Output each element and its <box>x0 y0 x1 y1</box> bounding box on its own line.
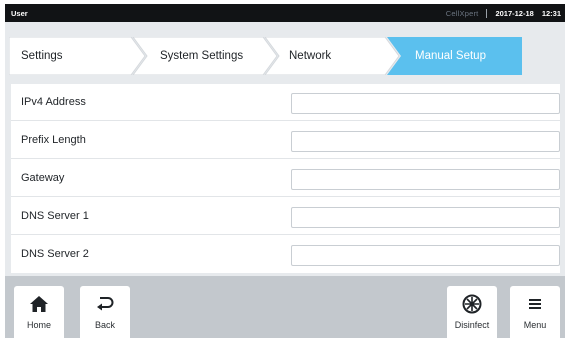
form-row-ipv4-address: IPv4 Address <box>11 84 560 121</box>
breadcrumb-item-system-settings[interactable]: System Settings <box>160 37 243 75</box>
breadcrumb-item-network[interactable]: Network <box>289 37 331 75</box>
dns-server-2-field[interactable] <box>291 245 560 266</box>
back-button[interactable]: Back <box>80 286 130 338</box>
dns-server-1-field[interactable] <box>291 207 560 228</box>
dns-server-1-label: DNS Server 1 <box>21 210 89 222</box>
status-info: CellXpert 2017-12-18 12:31 <box>446 9 561 18</box>
home-button-label: Home <box>26 320 51 330</box>
status-time: 12:31 <box>541 9 561 18</box>
menu-icon <box>529 299 541 309</box>
back-button-label: Back <box>94 320 115 330</box>
status-divider <box>486 9 488 18</box>
breadcrumb: Settings System Settings Network Manual … <box>9 37 522 75</box>
breadcrumb-item-network-shape <box>264 37 400 75</box>
form-row-gateway: Gateway <box>11 160 560 197</box>
breadcrumb-bar: Settings System Settings Network Manual … <box>5 22 565 76</box>
prefix-length-label: Prefix Length <box>21 134 86 146</box>
home-button[interactable]: Home <box>14 286 64 338</box>
status-user: User <box>11 9 28 18</box>
form-row-dns-server-2: DNS Server 2 <box>11 236 560 273</box>
dns-server-2-label: DNS Server 2 <box>21 248 89 260</box>
home-icon <box>30 296 48 312</box>
bottom-toolbar: Home Back Disinfect Menu <box>5 276 565 338</box>
prefix-length-field[interactable] <box>291 131 560 152</box>
status-bar: User CellXpert 2017-12-18 12:31 <box>5 4 565 22</box>
device-screen: User CellXpert 2017-12-18 12:31 Settings… <box>5 4 565 338</box>
manual-setup-form: IPv4 Address Prefix Length Gateway DNS S… <box>11 84 560 273</box>
breadcrumb-item-settings[interactable]: Settings <box>21 37 63 75</box>
back-arrow-icon <box>97 297 114 311</box>
form-row-prefix-length: Prefix Length <box>11 122 560 159</box>
disinfect-button-label: Disinfect <box>454 320 490 330</box>
status-date: 2017-12-18 <box>495 9 534 18</box>
form-row-dns-server-1: DNS Server 1 <box>11 198 560 235</box>
gateway-field[interactable] <box>291 169 560 190</box>
disinfect-button[interactable]: Disinfect <box>447 286 497 338</box>
breadcrumb-item-manual-setup: Manual Setup <box>415 50 486 62</box>
ipv4-address-label: IPv4 Address <box>21 96 86 108</box>
gateway-label: Gateway <box>21 172 65 184</box>
ipv4-address-field[interactable] <box>291 93 560 114</box>
brand-label: CellXpert <box>445 9 479 18</box>
menu-button[interactable]: Menu <box>510 286 560 338</box>
menu-button-label: Menu <box>523 320 547 330</box>
disinfect-icon <box>462 294 482 314</box>
